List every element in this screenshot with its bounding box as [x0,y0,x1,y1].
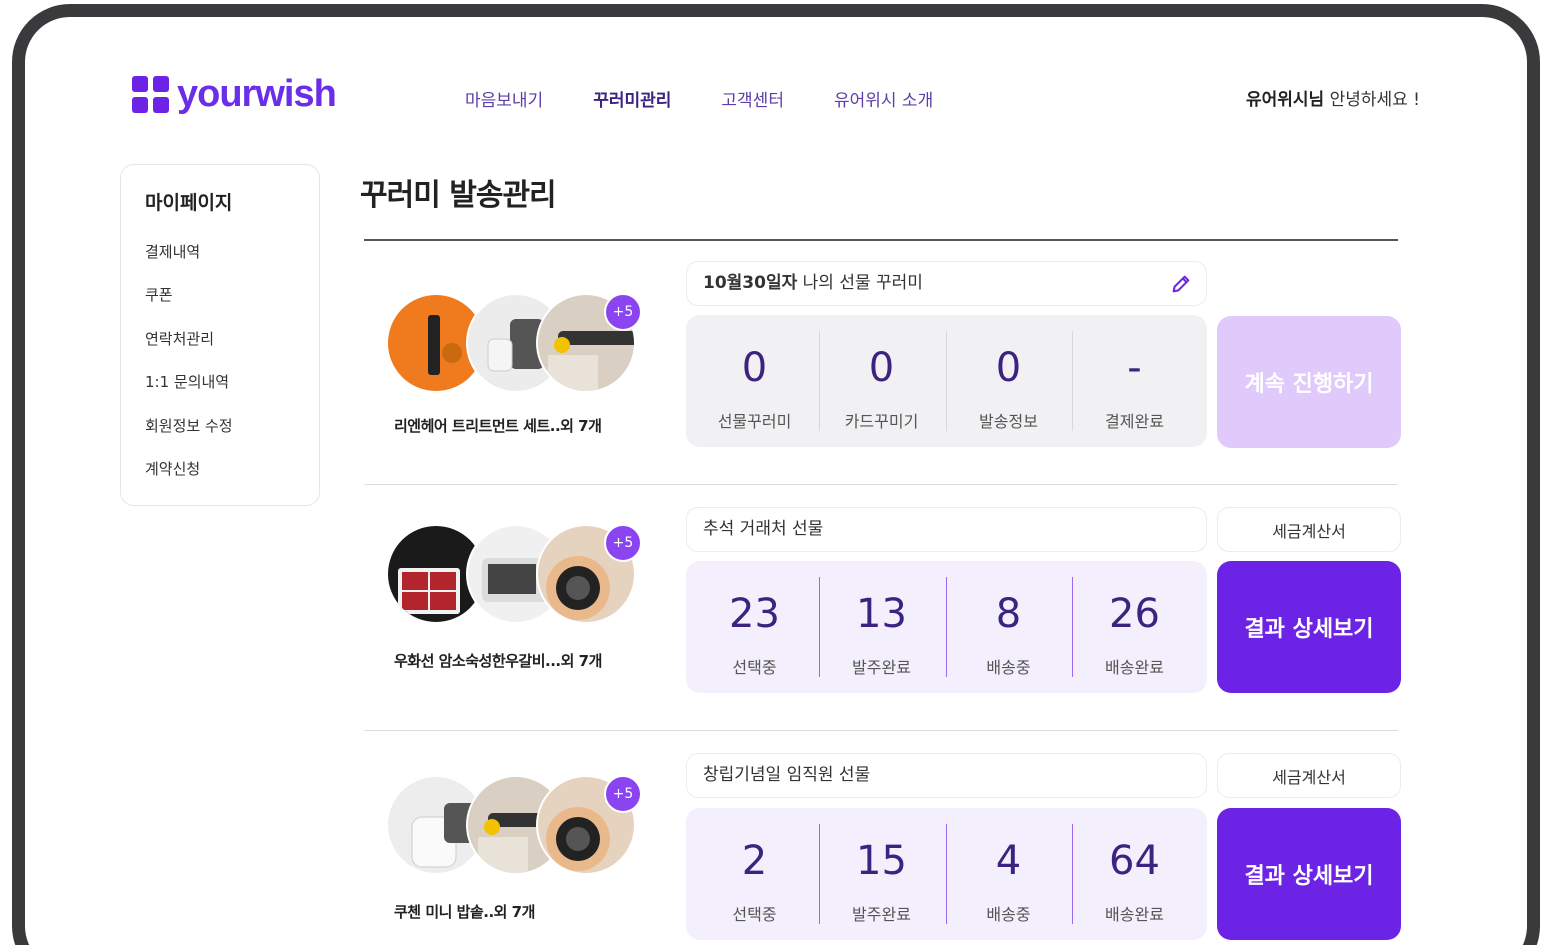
stat-label: 배송완료 [1105,658,1164,677]
stat-value: 15 [856,838,907,884]
sidebar-item-contacts[interactable]: 연락처관리 [145,328,214,349]
stat-label: 배송중 [986,905,1031,924]
package-product-name: 쿠첸 미니 밥솥..외 7개 [394,903,535,921]
continue-button[interactable]: 계속 진행하기 [1217,316,1401,448]
stat-ordered: 15 발주완료 [818,808,945,940]
stat-label: 선택중 [732,658,777,677]
stat-value: 26 [1109,591,1160,637]
stat-value: 0 [995,345,1022,391]
stat-gift-package: 0 선물꾸러미 [691,315,818,447]
logo-text: yourwish [177,73,337,115]
stat-shipping-info: 0 발송정보 [945,315,1072,447]
extra-items-badge: +5 [604,293,642,331]
extra-items-badge: +5 [604,775,642,813]
stat-label: 결제완료 [1105,412,1164,431]
page-title: 꾸러미 발송관리 [360,178,557,213]
package-product-name: 우화선 암소숙성한우갈비...외 7개 [394,652,602,670]
brand-logo[interactable]: yourwish [132,73,337,115]
package-name-date: 10월30일자 [703,273,798,293]
nav-item-customer-center[interactable]: 고객센터 [721,86,784,111]
package-name-field[interactable]: 10월30일자 나의 선물 꾸러미 [686,261,1207,306]
stat-value: - [1127,345,1142,391]
stat-label: 선택중 [732,905,777,924]
stat-label: 카드꾸미기 [844,412,919,431]
nav-item-about[interactable]: 유어위시 소개 [834,86,933,111]
stat-selecting: 2 선택중 [691,808,818,940]
package-thumbnails[interactable]: +5 [386,775,642,879]
package-progress-stats: 0 선물꾸러미 0 카드꾸미기 0 발송정보 - 결제완료 [686,315,1207,447]
main-nav: 마음보내기 꾸러미관리 고객센터 유어위시 소개 [465,86,983,111]
stat-card-decorate: 0 카드꾸미기 [818,315,945,447]
row-divider [364,484,1398,485]
delivery-status-stats: 2 선택중 15 발주완료 4 배송중 64 배송완료 [686,808,1207,940]
nav-item-package-management[interactable]: 꾸러미관리 [593,86,671,111]
sidebar-title: 마이페이지 [145,192,233,214]
nav-item-send[interactable]: 마음보내기 [465,86,543,111]
stat-label: 발주완료 [852,905,911,924]
pencil-icon[interactable] [1170,273,1192,295]
stat-value: 8 [995,591,1022,637]
view-results-button[interactable]: 결과 상세보기 [1217,561,1401,693]
stat-shipping: 8 배송중 [945,561,1072,693]
mypage-sidebar: 마이페이지 결제내역 쿠폰 연락처관리 1:1 문의내역 회원정보 수정 계약신… [120,164,320,506]
greeting-text: 안녕하세요 ! [1329,90,1420,110]
user-name[interactable]: 유어위시님 [1246,90,1324,110]
stat-label: 발송정보 [979,412,1038,431]
stat-value: 2 [741,838,768,884]
stat-ordered: 13 발주완료 [818,561,945,693]
package-name-field[interactable]: 추석 거래처 선물 [686,507,1207,552]
stat-delivered: 64 배송완료 [1071,808,1198,940]
package-thumbnails[interactable]: +5 [386,524,642,628]
stat-selecting: 23 선택중 [691,561,818,693]
sidebar-item-payments[interactable]: 결제내역 [145,241,200,262]
stat-value: 13 [856,591,907,637]
stat-value: 0 [868,345,895,391]
row-divider [364,730,1398,731]
package-thumbnails[interactable]: +5 [386,293,642,397]
stat-label: 선물꾸러미 [717,412,792,431]
user-greeting: 유어위시님 안녕하세요 ! [1246,85,1420,110]
stat-value: 0 [741,345,768,391]
stat-label: 배송완료 [1105,905,1164,924]
package-name-text: 추석 거래처 선물 [703,519,824,539]
sidebar-item-contract[interactable]: 계약신청 [145,458,200,479]
stat-payment-complete: - 결제완료 [1071,315,1198,447]
package-name-text: 창립기념일 임직원 선물 [703,765,871,785]
extra-items-badge: +5 [604,524,642,562]
stat-value: 64 [1109,838,1160,884]
tax-invoice-button[interactable]: 세금계산서 [1217,753,1401,798]
sidebar-item-edit-profile[interactable]: 회원정보 수정 [145,415,233,436]
title-divider [364,239,1398,241]
stat-value: 23 [729,591,780,637]
view-results-button[interactable]: 결과 상세보기 [1217,808,1401,940]
package-name-text: 나의 선물 꾸러미 [797,273,923,293]
stat-label: 배송중 [986,658,1031,677]
sidebar-item-inquiries[interactable]: 1:1 문의내역 [145,371,229,392]
stat-value: 4 [995,838,1022,884]
package-name-field[interactable]: 창립기념일 임직원 선물 [686,753,1207,798]
package-product-name: 리엔헤어 트리트먼트 세트..외 7개 [394,417,602,435]
logo-mark-icon [132,76,169,113]
sidebar-item-coupons[interactable]: 쿠폰 [145,284,173,305]
stat-delivered: 26 배송완료 [1071,561,1198,693]
stat-label: 발주완료 [852,658,911,677]
stat-shipping: 4 배송중 [945,808,1072,940]
tax-invoice-button[interactable]: 세금계산서 [1217,507,1401,552]
delivery-status-stats: 23 선택중 13 발주완료 8 배송중 26 배송완료 [686,561,1207,693]
